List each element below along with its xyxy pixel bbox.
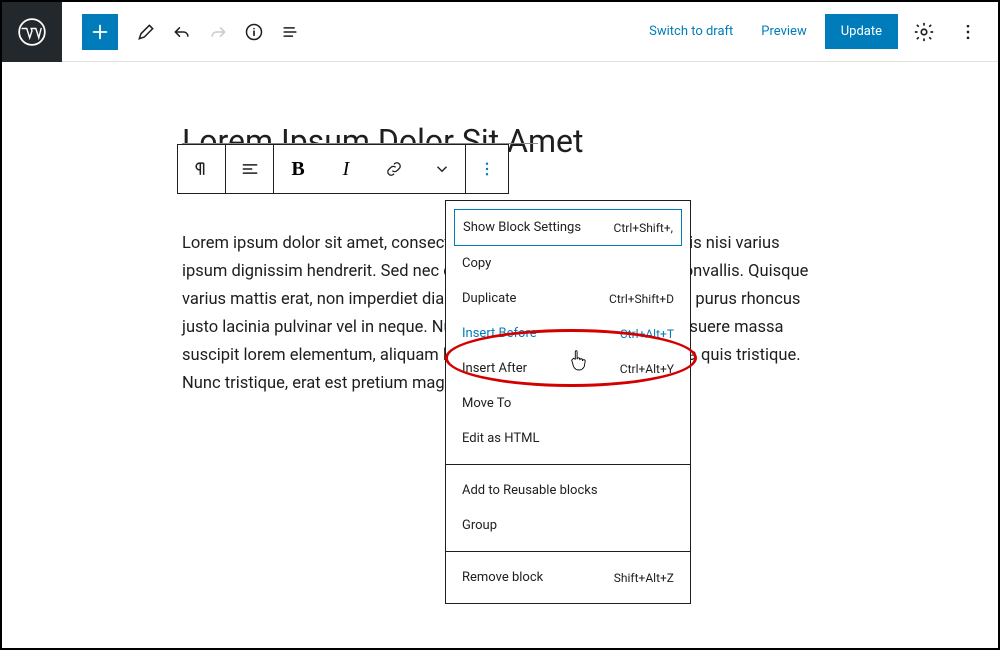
link-icon <box>384 159 404 179</box>
wordpress-icon <box>18 18 46 46</box>
add-block-button[interactable] <box>82 14 118 50</box>
block-options-menu: Show Block Settings Ctrl+Shift+, Copy Du… <box>445 200 691 604</box>
menu-copy[interactable]: Copy <box>454 246 682 281</box>
menu-label: Move To <box>462 396 511 411</box>
switch-to-draft-button[interactable]: Switch to draft <box>639 16 743 47</box>
menu-label: Group <box>462 518 497 533</box>
menu-label: Add to Reusable blocks <box>462 483 598 498</box>
undo-icon <box>172 22 192 42</box>
menu-shortcut: Ctrl+Shift+D <box>609 292 674 306</box>
document-tools <box>62 14 308 50</box>
wordpress-logo[interactable] <box>2 2 62 62</box>
menu-add-to-reusable[interactable]: Add to Reusable blocks <box>454 473 682 508</box>
more-rich-text-button[interactable] <box>418 145 466 193</box>
menu-move-to[interactable]: Move To <box>454 386 682 421</box>
menu-edit-as-html[interactable]: Edit as HTML <box>454 421 682 456</box>
redo-button <box>200 14 236 50</box>
italic-button[interactable]: I <box>322 145 370 193</box>
paragraph-icon <box>192 159 212 179</box>
link-button[interactable] <box>370 145 418 193</box>
menu-label: Remove block <box>462 570 543 585</box>
menu-remove-block[interactable]: Remove block Shift+Alt+Z <box>454 560 682 595</box>
align-left-icon <box>240 159 260 179</box>
bold-button[interactable]: B <box>274 145 322 193</box>
redo-icon <box>208 22 228 42</box>
menu-insert-before[interactable]: Insert Before Ctrl+Alt+T <box>454 316 682 351</box>
pencil-icon <box>136 22 156 42</box>
kebab-icon <box>958 22 978 42</box>
info-icon <box>244 22 264 42</box>
list-icon <box>280 22 300 42</box>
bold-icon: B <box>291 158 304 181</box>
menu-show-block-settings[interactable]: Show Block Settings Ctrl+Shift+, <box>454 209 682 246</box>
update-button[interactable]: Update <box>825 14 898 49</box>
menu-shortcut: Ctrl+Alt+Y <box>620 362 674 376</box>
menu-duplicate[interactable]: Duplicate Ctrl+Shift+D <box>454 281 682 316</box>
header-actions: Switch to draft Preview Update <box>639 14 998 50</box>
menu-shortcut: Ctrl+Shift+, <box>614 221 673 235</box>
kebab-icon <box>478 160 496 178</box>
plus-icon <box>89 21 111 43</box>
menu-insert-after[interactable]: Insert After Ctrl+Alt+Y <box>454 351 682 386</box>
block-type-button[interactable] <box>178 145 226 193</box>
menu-label: Insert Before <box>462 326 537 341</box>
menu-label: Show Block Settings <box>463 220 581 235</box>
italic-icon: I <box>343 158 350 181</box>
menu-shortcut: Ctrl+Alt+T <box>620 327 674 341</box>
menu-label: Copy <box>462 256 491 271</box>
editor-top-bar: Switch to draft Preview Update <box>2 2 998 62</box>
options-button[interactable] <box>950 14 986 50</box>
gear-icon <box>913 21 935 43</box>
edit-mode-button[interactable] <box>128 14 164 50</box>
preview-button[interactable]: Preview <box>751 16 816 47</box>
menu-label: Duplicate <box>462 291 516 306</box>
outline-button[interactable] <box>272 14 308 50</box>
menu-label: Insert After <box>462 361 527 376</box>
menu-shortcut: Shift+Alt+Z <box>614 571 674 585</box>
menu-label: Edit as HTML <box>462 431 539 446</box>
block-toolbar: B I <box>177 144 509 194</box>
settings-button[interactable] <box>906 14 942 50</box>
details-button[interactable] <box>236 14 272 50</box>
chevron-down-icon <box>433 160 451 178</box>
align-button[interactable] <box>226 145 274 193</box>
menu-group[interactable]: Group <box>454 508 682 543</box>
block-more-button[interactable] <box>466 145 508 193</box>
undo-button[interactable] <box>164 14 200 50</box>
